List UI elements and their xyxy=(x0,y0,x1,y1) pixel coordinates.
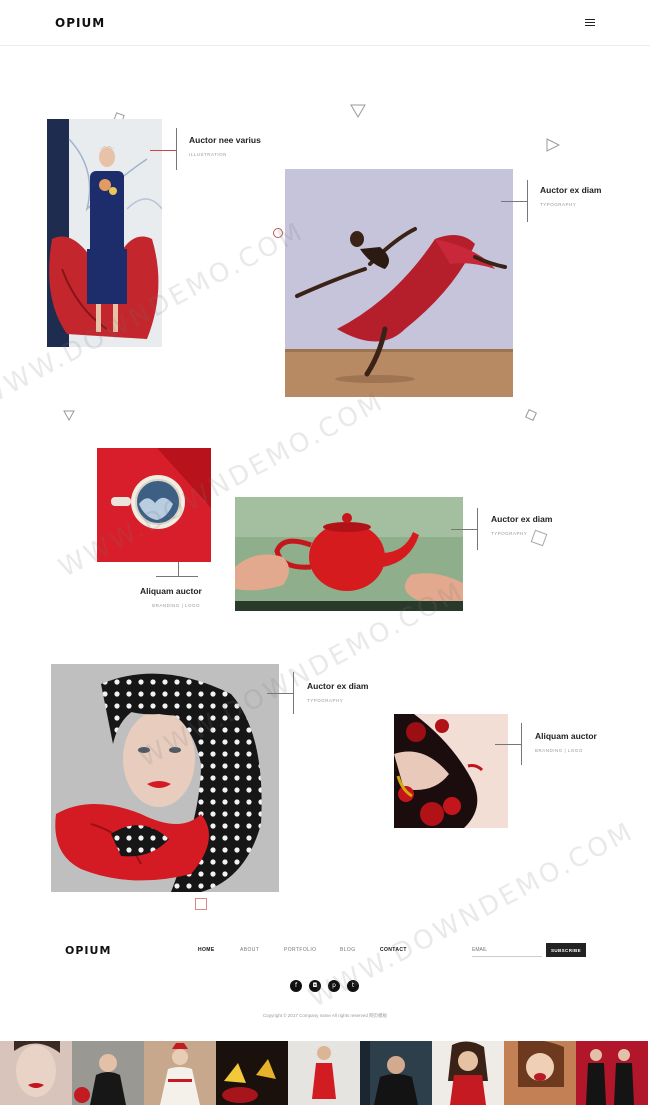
footer-nav-blog[interactable]: BLOG xyxy=(340,947,380,953)
portfolio-title[interactable]: Auctor nee varius xyxy=(189,135,261,145)
footer-nav: HOME ABOUT PORTFOLIO BLOG CONTACT xyxy=(198,947,420,953)
caption-divider xyxy=(451,529,477,530)
strip-thumbnail[interactable] xyxy=(0,1041,72,1105)
instagram-icon[interactable]: ◘ xyxy=(309,980,321,992)
strip-thumbnail[interactable] xyxy=(360,1041,432,1105)
subscribe-button[interactable]: SUBSCRIBE xyxy=(546,943,586,957)
footer-nav-portfolio[interactable]: PORTFOLIO xyxy=(284,947,340,953)
caption-divider xyxy=(501,201,527,202)
portfolio-title[interactable]: Auctor ex diam xyxy=(307,681,368,691)
twitter-icon[interactable]: t xyxy=(347,980,359,992)
portfolio-image-dancer[interactable] xyxy=(285,169,513,397)
instagram-strip xyxy=(0,1041,650,1105)
portfolio-caption: Auctor ex diam TYPOGRAPHY xyxy=(307,681,368,703)
caption-divider xyxy=(267,693,293,694)
portfolio-category: BRANDING | LOGO xyxy=(152,603,200,608)
portfolio-caption: Auctor ex diam TYPOGRAPHY xyxy=(540,185,601,207)
portfolio-caption: Auctor ex diam TYPOGRAPHY xyxy=(491,514,552,536)
footer-nav-contact[interactable]: CONTACT xyxy=(380,947,420,953)
caption-divider xyxy=(156,576,198,577)
portfolio-category: TYPOGRAPHY xyxy=(491,531,528,536)
caption-divider xyxy=(293,672,294,714)
portfolio-caption: Aliquam auctor BRANDING | LOGO xyxy=(535,731,597,753)
strip-thumbnail[interactable] xyxy=(216,1041,288,1105)
copyright-text: Copyright © 2017 Company name All rights… xyxy=(262,1013,388,1018)
footer-nav-about[interactable]: ABOUT xyxy=(240,947,284,953)
portfolio-title[interactable]: Auctor ex diam xyxy=(491,514,552,524)
pinterest-icon[interactable]: p xyxy=(328,980,340,992)
site-header: OPIUM xyxy=(0,0,650,46)
footer-logo[interactable]: OPIUM xyxy=(65,944,111,957)
caption-divider xyxy=(527,180,528,222)
facebook-icon[interactable]: f xyxy=(290,980,302,992)
caption-divider xyxy=(521,723,522,765)
portfolio-category: TYPOGRAPHY xyxy=(307,698,344,703)
portfolio-image-scarf-portrait[interactable] xyxy=(51,664,279,892)
portfolio-caption: Auctor nee varius ILLUSTRATION xyxy=(189,135,261,157)
strip-thumbnail[interactable] xyxy=(72,1041,144,1105)
portfolio-title[interactable]: Aliquam auctor xyxy=(140,586,202,596)
portfolio-title[interactable]: Auctor ex diam xyxy=(540,185,601,195)
portfolio-category: BRANDING | LOGO xyxy=(535,748,583,753)
triangle-outline-icon xyxy=(350,104,366,118)
site-logo[interactable]: OPIUM xyxy=(55,16,105,30)
strip-thumbnail[interactable] xyxy=(432,1041,504,1105)
caption-divider xyxy=(178,562,179,576)
portfolio-category: ILLUSTRATION xyxy=(189,152,227,157)
portfolio-image-roses[interactable] xyxy=(394,714,508,828)
caption-divider xyxy=(495,744,521,745)
triangle-outline-icon xyxy=(546,138,560,152)
portfolio-category: TYPOGRAPHY xyxy=(540,202,577,207)
portfolio-caption: Aliquam auctor BRANDING | LOGO xyxy=(140,586,202,608)
portfolio-image-cup[interactable] xyxy=(97,448,211,562)
strip-thumbnail[interactable] xyxy=(144,1041,216,1105)
strip-thumbnail[interactable] xyxy=(576,1041,648,1105)
circle-outline-icon xyxy=(273,228,283,238)
caption-divider xyxy=(150,150,176,151)
strip-thumbnail[interactable] xyxy=(288,1041,360,1105)
square-outline-icon xyxy=(195,898,207,910)
portfolio-image-illustration[interactable] xyxy=(47,119,162,347)
square-outline-icon xyxy=(525,409,537,421)
portfolio-image-teapot[interactable] xyxy=(235,497,463,611)
email-input[interactable] xyxy=(472,943,542,957)
hamburger-icon[interactable] xyxy=(585,19,595,27)
caption-divider xyxy=(176,128,177,170)
footer-nav-home[interactable]: HOME xyxy=(198,947,240,953)
caption-divider xyxy=(477,508,478,550)
triangle-outline-icon xyxy=(63,410,75,421)
strip-thumbnail[interactable] xyxy=(504,1041,576,1105)
portfolio-title[interactable]: Aliquam auctor xyxy=(535,731,597,741)
